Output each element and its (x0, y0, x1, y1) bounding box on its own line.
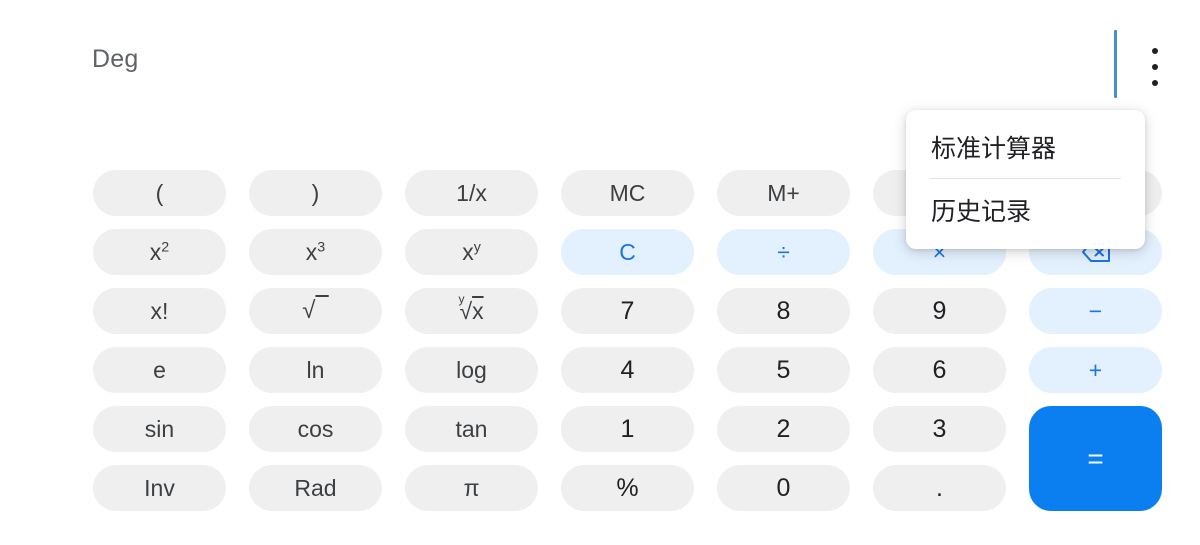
key-log[interactable]: log (405, 347, 538, 393)
key-3[interactable]: 3 (873, 406, 1006, 452)
key-radian-toggle[interactable]: Rad (249, 465, 382, 511)
key-label: 7 (620, 296, 635, 325)
key-euler[interactable]: e (93, 347, 226, 393)
key-label: M+ (767, 179, 800, 206)
key-decimal[interactable]: . (873, 465, 1006, 511)
key-label: ( (155, 179, 164, 206)
key-divide[interactable]: ÷ (717, 229, 850, 275)
key-label: √ (302, 297, 316, 324)
key-label: xy (462, 238, 481, 265)
key-label: 2 (776, 414, 791, 443)
key-reciprocal[interactable]: 1/x (405, 170, 538, 216)
key-label: ÷ (777, 238, 790, 265)
key-tan[interactable]: tan (405, 406, 538, 452)
key-4[interactable]: 4 (561, 347, 694, 393)
key-label: 3 (932, 414, 947, 443)
key-label: ln (306, 356, 325, 383)
key-inverse[interactable]: Inv (93, 465, 226, 511)
key-8[interactable]: 8 (717, 288, 850, 334)
key-9[interactable]: 9 (873, 288, 1006, 334)
key-label: 6 (932, 355, 947, 384)
key-natural-log[interactable]: ln (249, 347, 382, 393)
key-square-root[interactable]: √ (249, 288, 382, 334)
more-vertical-icon[interactable] (1141, 45, 1169, 89)
key-nth-root[interactable]: y √x (405, 288, 538, 334)
key-pi[interactable]: π (405, 465, 538, 511)
expression-cursor (1114, 30, 1117, 98)
key-label: x2 (149, 238, 170, 265)
key-close-paren[interactable]: ) (249, 170, 382, 216)
key-label: e (153, 356, 166, 383)
key-label: sin (144, 415, 175, 442)
menu-dot (1152, 48, 1158, 54)
key-label: . (936, 473, 943, 502)
key-factorial[interactable]: x! (93, 288, 226, 334)
key-label: 1/x (456, 179, 487, 206)
key-add[interactable]: + (1029, 347, 1162, 393)
key-subtract[interactable]: − (1029, 288, 1162, 334)
key-power[interactable]: xy (405, 229, 538, 275)
key-square[interactable]: x2 (93, 229, 226, 275)
key-memory-clear[interactable]: MC (561, 170, 694, 216)
key-label: 8 (776, 296, 791, 325)
key-label: 4 (620, 355, 635, 384)
key-label: cos (297, 415, 334, 442)
key-label: − (1088, 297, 1103, 324)
key-label: % (616, 473, 639, 502)
menu-item-history[interactable]: 历史记录 (906, 179, 1145, 241)
key-equals[interactable]: = (1029, 406, 1162, 511)
key-1[interactable]: 1 (561, 406, 694, 452)
key-0[interactable]: 0 (717, 465, 850, 511)
key-sin[interactable]: sin (93, 406, 226, 452)
key-clear[interactable]: C (561, 229, 694, 275)
key-2[interactable]: 2 (717, 406, 850, 452)
key-label: C (619, 238, 636, 265)
menu-dot (1152, 80, 1158, 86)
key-label: log (456, 356, 487, 383)
key-percent[interactable]: % (561, 465, 694, 511)
key-label: MC (609, 179, 646, 206)
key-memory-add[interactable]: M+ (717, 170, 850, 216)
angle-mode-indicator[interactable]: Deg (92, 45, 138, 74)
key-label: x! (150, 297, 169, 324)
key-open-paren[interactable]: ( (93, 170, 226, 216)
key-label: π (463, 474, 480, 501)
key-7[interactable]: 7 (561, 288, 694, 334)
key-label: Rad (294, 474, 337, 501)
menu-item-standard-calculator[interactable]: 标准计算器 (906, 116, 1145, 178)
key-cos[interactable]: cos (249, 406, 382, 452)
key-label: = (1087, 442, 1104, 474)
key-cube[interactable]: x3 (249, 229, 382, 275)
key-label: y √x (458, 291, 484, 324)
key-6[interactable]: 6 (873, 347, 1006, 393)
overflow-menu-panel: 标准计算器 历史记录 (906, 110, 1145, 249)
key-label: 1 (620, 414, 635, 443)
key-label: tan (455, 415, 488, 442)
key-label: + (1088, 356, 1103, 383)
key-label: 0 (776, 473, 791, 502)
key-label: 5 (776, 355, 791, 384)
key-label: ) (311, 179, 320, 206)
key-label: 9 (932, 296, 947, 325)
key-label: Inv (144, 474, 175, 501)
key-label: x3 (305, 238, 326, 265)
key-5[interactable]: 5 (717, 347, 850, 393)
menu-dot (1152, 64, 1158, 70)
